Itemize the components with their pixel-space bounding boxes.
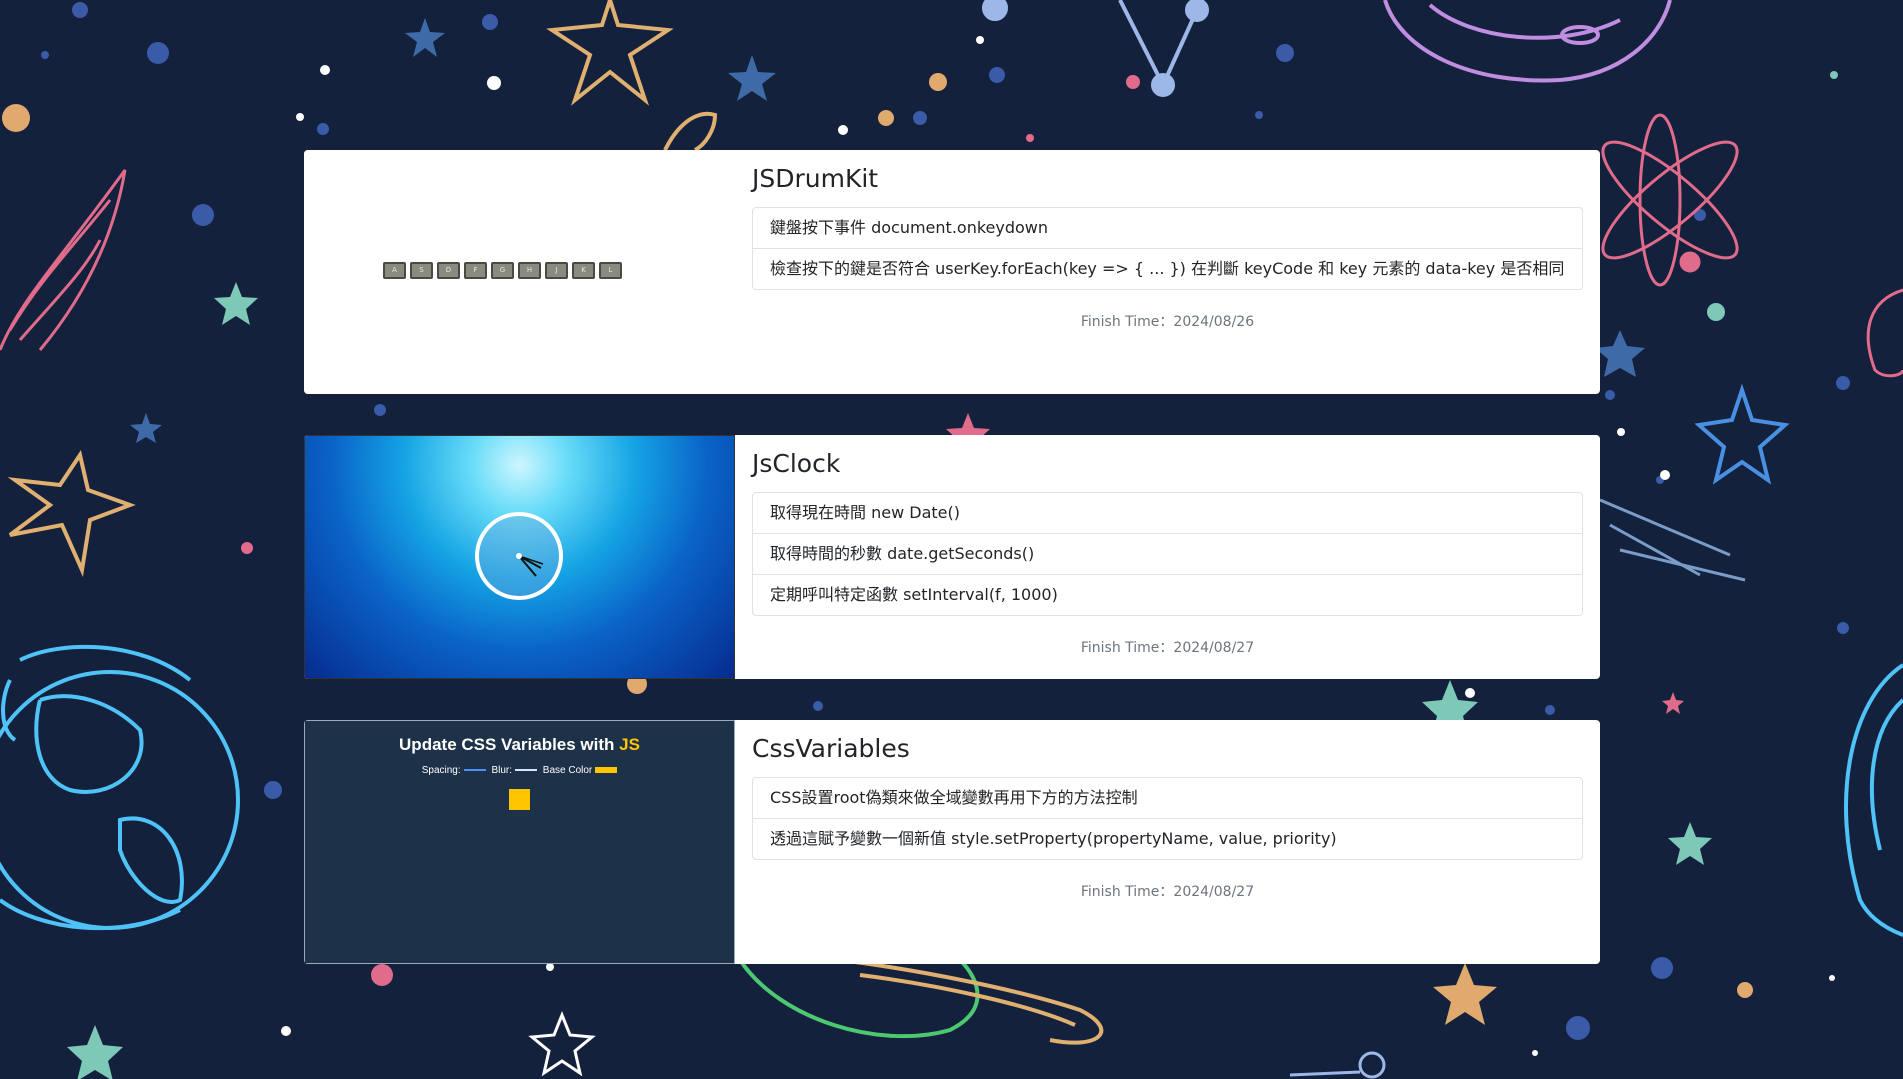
project-card-clock[interactable]: JsClock 取得現在時間 new Date() 取得時間的秒數 date.g… — [304, 435, 1600, 679]
finish-time: Finish Time：2024/08/27 — [1080, 884, 1255, 900]
clock-face-icon — [475, 512, 563, 600]
project-card-body: CssVariables CSS設置root偽類來做全域變數再用下方的方法控制 … — [735, 720, 1600, 964]
list-item: 定期呼叫特定函數 setInterval(f, 1000) — [753, 574, 1582, 615]
project-card-body: JSDrumKit 鍵盤按下事件 document.onkeydown 檢查按下… — [735, 150, 1600, 394]
project-list: A S D F G H J K L JSDrumKit 鍵盤按下事件 docum… — [304, 150, 1600, 1005]
drum-key: A — [383, 262, 406, 279]
drum-key: J — [545, 262, 568, 279]
list-item: 檢查按下的鍵是否符合 userKey.forEach(key => { ... … — [753, 248, 1582, 289]
list-item: CSS設置root偽類來做全域變數再用下方的方法控制 — [770, 788, 1138, 807]
thumbnail-title-highlight: JS — [619, 735, 640, 754]
drum-key: G — [491, 262, 514, 279]
list-item: 鍵盤按下事件 document.onkeydown — [770, 218, 1049, 237]
clock-thumbnail[interactable] — [304, 435, 735, 679]
css-variables-thumbnail[interactable]: Update CSS Variables with JS Spacing: Bl… — [304, 720, 735, 964]
preview-square — [509, 789, 530, 810]
feature-list: 取得現在時間 new Date() 取得時間的秒數 date.getSecond… — [752, 492, 1583, 616]
list-item: 取得現在時間 new Date() — [770, 503, 960, 522]
blur-slider — [515, 769, 537, 772]
drum-key: F — [464, 262, 487, 279]
css-controls: Spacing: Blur: Base Color — [305, 765, 734, 776]
drumkit-thumbnail[interactable]: A S D F G H J K L — [304, 150, 735, 394]
drum-key: H — [518, 262, 541, 279]
list-item: 透過這賦予變數一個新值 style.setProperty(propertyNa… — [753, 818, 1582, 859]
finish-time: Finish Time：2024/08/27 — [1080, 640, 1255, 656]
blur-label: Blur: — [491, 765, 512, 776]
feature-list: CSS設置root偽類來做全域變數再用下方的方法控制 透過這賦予變數一個新值 s… — [752, 777, 1583, 860]
drum-key: S — [410, 262, 433, 279]
feature-list: 鍵盤按下事件 document.onkeydown 檢查按下的鍵是否符合 use… — [752, 207, 1583, 290]
project-title[interactable]: CssVariables — [752, 734, 1583, 764]
project-card-drumkit[interactable]: A S D F G H J K L JSDrumKit 鍵盤按下事件 docum… — [304, 150, 1600, 394]
thumbnail-title: Update CSS Variables with JS — [305, 735, 734, 755]
project-title[interactable]: JsClock — [752, 449, 1583, 479]
color-swatch — [595, 767, 618, 774]
spacing-slider — [463, 769, 486, 772]
drum-keys: A S D F G H J K L — [383, 262, 622, 279]
project-card-body: JsClock 取得現在時間 new Date() 取得時間的秒數 date.g… — [735, 435, 1600, 679]
project-title[interactable]: JSDrumKit — [752, 164, 1583, 194]
finish-time: Finish Time：2024/08/26 — [1080, 314, 1255, 330]
list-item: 取得時間的秒數 date.getSeconds() — [753, 533, 1582, 574]
base-color-label: Base Color — [542, 765, 593, 776]
drum-key: K — [572, 262, 595, 279]
thumbnail-title-main: Update CSS Variables with — [399, 735, 620, 754]
project-card-css-variables[interactable]: Update CSS Variables with JS Spacing: Bl… — [304, 720, 1600, 964]
drum-key: L — [599, 262, 622, 279]
drum-key: D — [437, 262, 460, 279]
spacing-label: Spacing: — [421, 765, 461, 776]
